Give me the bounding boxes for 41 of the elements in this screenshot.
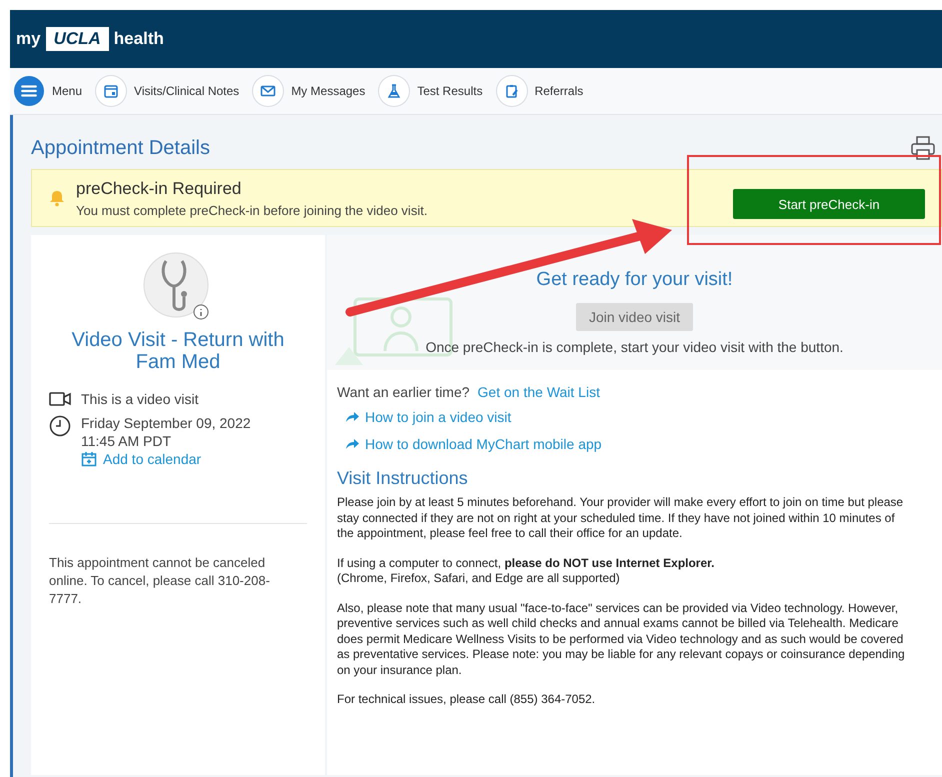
instructions-heading: Visit Instructions	[337, 468, 469, 489]
instruction-text: Please join by at least 5 minutes beforehand. Your provider will make every effort to join on time but please stay connected if they are not on right at your scheduled time. If they have not joined within 10 minutes of the appointment, please feel free to call their office for an update.	[337, 495, 904, 542]
ready-heading: Get ready for your visit!	[536, 269, 733, 291]
page-title: Appointment Details	[31, 136, 210, 160]
calendar-icon	[103, 83, 120, 99]
printer-icon[interactable]	[910, 135, 936, 161]
instruction-text: For technical issues, please call (855) 364-7052.	[337, 692, 596, 708]
add-to-calendar-link[interactable]: Add to calendar	[81, 451, 251, 467]
instruction-text: (Chrome, Firefox, Safari, and Edge are all supported)	[337, 571, 621, 586]
wait-list-prompt: Want an earlier time?	[337, 384, 470, 400]
mail-icon	[260, 83, 276, 99]
flask-icon	[386, 83, 402, 99]
nav-item[interactable]: Test Results	[379, 76, 483, 106]
help-link[interactable]: How to download MyChart mobile app	[345, 436, 602, 452]
clock-icon	[49, 415, 71, 437]
nav-item[interactable]: Visits/Clinical Notes	[96, 76, 240, 106]
alert-title: preCheck-in Required	[76, 178, 242, 198]
visit-time: 11:45 AM PDT	[81, 433, 172, 449]
wait-list-link[interactable]: Get on the Wait List	[478, 384, 600, 400]
visit-date: Friday September 09, 2022	[81, 415, 251, 431]
clipboard-icon	[504, 83, 520, 99]
share-arrow-icon	[345, 411, 359, 423]
video-camera-icon	[49, 391, 71, 407]
help-link[interactable]: How to join a video visit	[345, 409, 512, 425]
share-arrow-icon	[345, 438, 359, 450]
bell-icon	[48, 189, 66, 207]
nav-item[interactable]: My Messages	[253, 76, 366, 106]
instruction-text: If using a computer to connect, please do NOT use Internet Explorer.	[337, 556, 716, 571]
brand-badge: UCLA	[46, 27, 109, 51]
nav-item[interactable]: Menu	[14, 76, 82, 106]
ready-note: Once preCheck-in is complete, start your video visit with the button.	[426, 339, 844, 355]
alert-message: You must complete preCheck-in before joining the video visit.	[76, 202, 428, 218]
cancel-note: This appointment cannot be canceled online. To cancel, please call 310-208-7777.	[49, 554, 271, 608]
calendar-add-icon	[81, 451, 97, 467]
visit-type: This is a video visit	[81, 391, 198, 407]
brand-text: health	[114, 29, 164, 49]
instruction-text: Also, please note that many usual "face-to-face" services can be provided via Video technology. However, preventive services such as well child checks and annual exams cannot be billed via Telehealth. Medicare does permit Medicare Wellness Visits to be performed via Video technology and as such would be covered as preventative services. Please note: you may be liable for any relevant copays or coinsurance depending on your insurance plan.	[337, 600, 906, 678]
nav-item[interactable]: Referrals	[496, 76, 584, 106]
start-precheck-button[interactable]: Start preCheck-in	[733, 189, 925, 219]
brand-text: my	[16, 29, 41, 49]
visit-title: Video Visit - Return with Fam Med	[70, 329, 286, 373]
